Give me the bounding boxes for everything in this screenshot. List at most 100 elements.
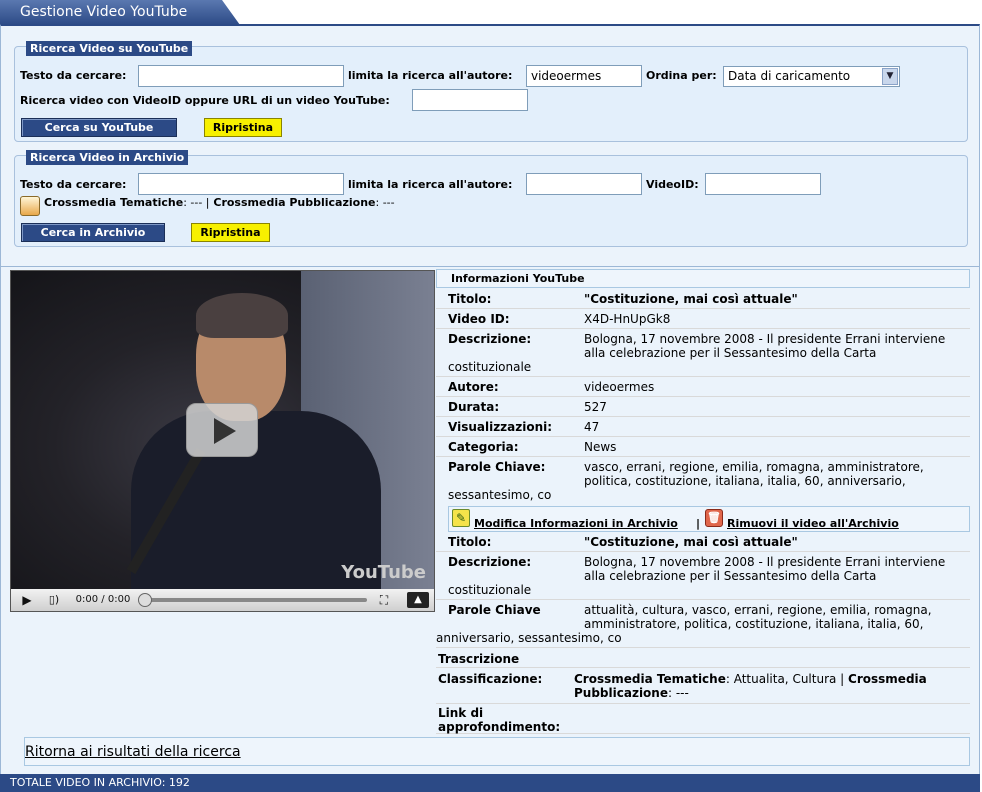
video-player[interactable]: YouTube ▶ ▯) 0:00 / 0:00 ⛶ ▲ [10,270,435,612]
yt-visualizzazioni-value: 47 [584,420,600,434]
yt-row-parole: Parole Chiave: vasco, errani, regione, e… [436,457,970,505]
ar-trascrizione-label: Trascrizione [438,652,520,666]
yt-row-autore: Autore: videoermes [436,377,970,397]
play-overlay-icon[interactable] [186,403,258,457]
player-controls: ▶ ▯) 0:00 / 0:00 ⛶ ▲ [11,589,434,611]
yt-row-videoid: Video ID: X4D-HnUpGk8 [436,309,970,329]
rimuovi-link[interactable]: Rimuovi il video all'Archivio [727,517,899,530]
ar-row-titolo: Titolo: "Costituzione, mai così attuale" [436,532,970,552]
archive-actions-bar: ✎ Modifica Informazioni in Archivio | 🗑 … [448,506,970,532]
ar-titolo-label: Titolo: [448,535,492,549]
yt-row-titolo: Titolo: "Costituzione, mai così attuale" [436,289,970,309]
yt-order-value: Data di caricamento [728,69,851,83]
ar-crossmedia-line: Crossmedia Tematiche: --- | Crossmedia P… [44,196,395,209]
ar-link-label: Link di approfondimento: [438,706,561,734]
yt-videoid-label: Ricerca video con VideoID oppure URL di … [20,94,390,107]
ar-videoid-label: VideoID: [646,178,699,191]
ar-author-input[interactable] [526,173,642,195]
yt-order-label: Ordina per: [646,69,717,82]
ar-crossmedia-tematiche-value: : --- | [183,196,210,209]
yt-autore-value: videoermes [584,380,655,394]
yt-titolo-label: Titolo: [448,292,492,306]
ar-row-parole: Parole Chiave attualità, cultura, vasco,… [436,600,970,648]
yt-videoid-label: Video ID: [448,312,510,326]
ar-crossmedia-pubblicazione-value: : --- [375,196,395,209]
yt-videoid-input[interactable] [412,89,528,111]
play-icon[interactable]: ▶ [19,592,35,608]
yt-descrizione-label: Descrizione: [448,332,532,346]
section-divider [1,266,979,267]
back-to-results-box: Ritorna ai risultati della ricerca [24,737,970,766]
trash-icon[interactable]: 🗑 [705,509,723,527]
tab-gestione-video[interactable]: Gestione Video YouTube [0,0,240,25]
ar-classificazione-value: Crossmedia Tematiche: Attualita, Cultura… [574,672,968,700]
ar-parole-label: Parole Chiave [448,603,541,617]
fullscreen-icon[interactable]: ⛶ [375,592,393,608]
ar-crossmedia-tematiche-label: Crossmedia Tematiche [44,196,184,209]
yt-categoria-value: News [584,440,617,454]
ar-parole-value: attualità, cultura, vasco, errani, regio… [584,603,932,631]
ar-row-classificazione: Classificazione: Crossmedia Tematiche: A… [436,668,970,704]
ar-row-descrizione: Descrizione: Bologna, 17 novembre 2008 -… [436,552,970,600]
ar-text-input[interactable] [138,173,344,195]
yt-parole-value: vasco, errani, regione, emilia, romagna,… [584,460,924,488]
yt-row-durata: Durata: 527 [436,397,970,417]
footer-total: TOTALE VIDEO IN ARCHIVIO: 192 [0,774,980,792]
ar-descrizione-value: Bologna, 17 novembre 2008 - Il president… [584,555,946,583]
crossmedia-icon[interactable] [20,196,40,216]
ar-class-tematiche-value: : Attualita, Cultura | [725,672,845,686]
yt-author-label: limita la ricerca all'autore: [348,69,513,82]
ar-text-label: Testo da cercare: [20,178,127,191]
yt-autore-label: Autore: [448,380,499,394]
player-time: 0:00 / 0:00 [75,594,131,605]
video-speaker-hair [196,293,288,338]
yt-text-input[interactable] [138,65,344,87]
modifica-link[interactable]: Modifica Informazioni in Archivio [474,517,678,530]
yt-parole-label: Parole Chiave: [448,460,546,474]
yt-categoria-label: Categoria: [448,440,519,454]
ar-crossmedia-pubblicazione-label: Crossmedia Pubblicazione [213,196,376,209]
ar-descrizione-wrap: costituzionale [448,583,532,597]
yt-text-label: Testo da cercare: [20,69,127,82]
yt-titolo-value: "Costituzione, mai così attuale" [584,292,798,306]
yt-durata-label: Durata: [448,400,500,414]
yt-videoid-value: X4D-HnUpGk8 [584,312,671,326]
youtube-logo: YouTube [341,562,426,583]
yt-descrizione-wrap: costituzionale [448,360,532,374]
volume-icon[interactable]: ▯) [43,592,65,608]
yt-descrizione-value: Bologna, 17 novembre 2008 - Il president… [584,332,946,360]
ar-row-link: Link di approfondimento: [436,704,970,734]
chevron-down-icon[interactable]: ▼ [882,68,898,85]
ripristina-archivio-button[interactable]: Ripristina [191,223,270,242]
ar-author-label: limita la ricerca all'autore: [348,178,513,191]
yt-row-descrizione: Descrizione: Bologna, 17 novembre 2008 -… [436,329,970,377]
cerca-archivio-button[interactable]: Cerca in Archivio [21,223,165,242]
youtube-search-box: Ricerca Video su YouTube Testo da cercar… [14,41,968,142]
ar-class-pubblicazione-value: : --- [667,686,689,700]
ritorna-risultati-link[interactable]: Ritorna ai risultati della ricerca [25,744,241,760]
ripristina-youtube-button[interactable]: Ripristina [204,118,282,137]
expand-icon[interactable]: ▲ [407,592,429,608]
yt-row-visualizzazioni: Visualizzazioni: 47 [436,417,970,437]
ar-videoid-input[interactable] [705,173,821,195]
video-frame[interactable]: YouTube [11,271,434,589]
yt-author-input[interactable] [526,65,642,87]
ar-row-trascrizione: Trascrizione [436,648,970,668]
ar-titolo-value: "Costituzione, mai così attuale" [584,535,798,549]
progress-track[interactable] [147,598,367,602]
archive-search-legend: Ricerca Video in Archivio [26,150,189,165]
progress-knob[interactable] [138,593,152,607]
yt-row-categoria: Categoria: News [436,437,970,457]
pencil-icon[interactable]: ✎ [452,509,470,527]
ar-parole-wrap: anniversario, sessantesimo, co [436,631,622,645]
youtube-info-heading: Informazioni YouTube [436,269,970,288]
yt-order-select[interactable]: Data di caricamento ▼ [723,66,900,87]
ar-classificazione-label: Classificazione: [438,672,543,686]
cerca-youtube-button[interactable]: Cerca su YouTube [21,118,177,137]
ar-class-tematiche-label: Crossmedia Tematiche [574,672,726,686]
ar-descrizione-label: Descrizione: [448,555,532,569]
yt-visualizzazioni-label: Visualizzazioni: [448,420,553,434]
yt-parole-wrap: sessantesimo, co [448,488,552,502]
yt-durata-value: 527 [584,400,607,414]
youtube-search-legend: Ricerca Video su YouTube [26,41,193,56]
